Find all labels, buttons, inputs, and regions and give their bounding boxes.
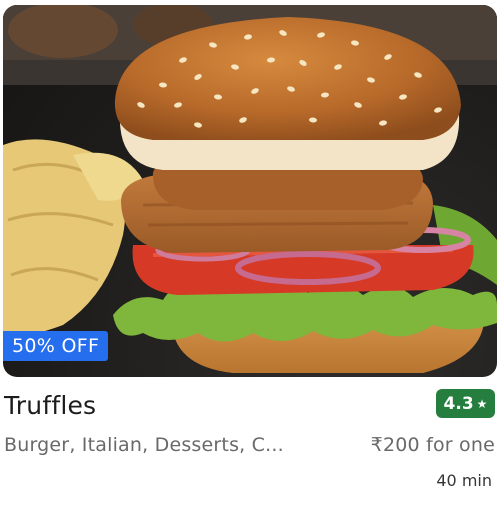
price-for-one: ₹200 for one — [370, 434, 495, 456]
restaurant-name[interactable]: Truffles — [4, 389, 96, 423]
restaurant-card[interactable]: 50% OFF Truffles 4.3 ★ Burger, Italian, … — [0, 0, 500, 523]
rating-value: 4.3 — [443, 393, 474, 414]
cuisine-list: Burger, Italian, Desserts, C... — [4, 434, 284, 456]
star-icon: ★ — [476, 396, 488, 411]
delivery-time: 40 min — [436, 471, 492, 490]
offer-badge: 50% OFF — [3, 331, 109, 361]
burger-photo — [3, 5, 497, 373]
rating-badge: 4.3 ★ — [436, 389, 495, 418]
restaurant-image[interactable] — [3, 5, 497, 377]
